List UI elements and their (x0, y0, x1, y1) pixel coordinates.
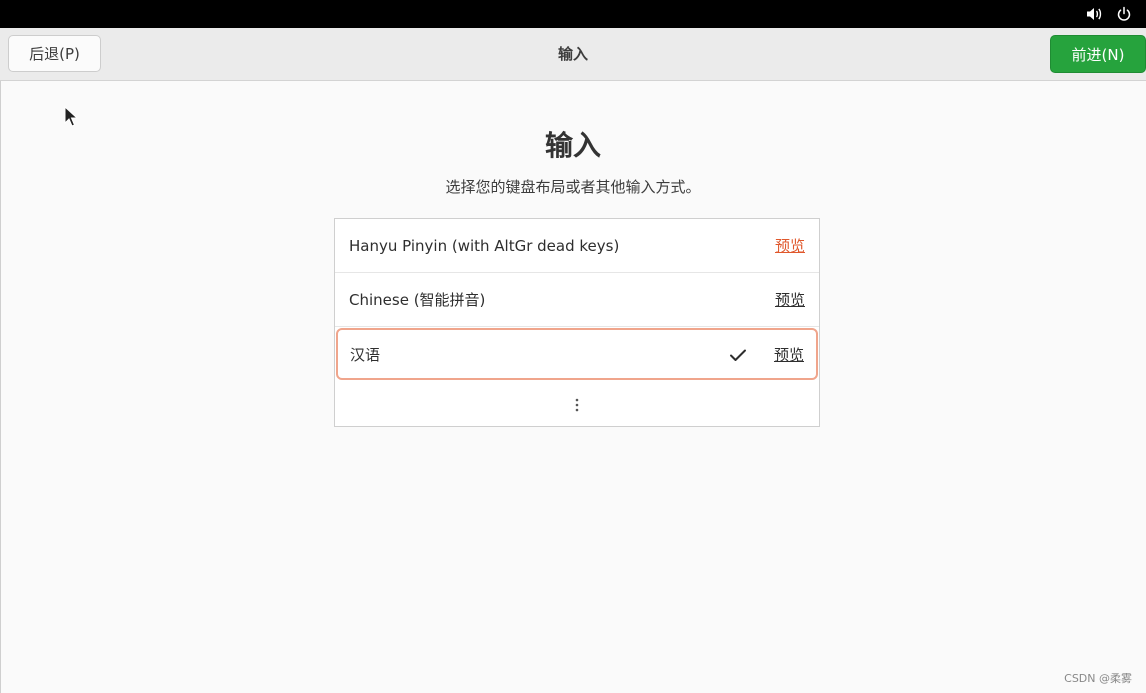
preview-link[interactable]: 预览 (775, 219, 805, 273)
input-method-label: Hanyu Pinyin (with AltGr dead keys) (349, 237, 620, 255)
back-button[interactable]: 后退(P) (8, 35, 101, 72)
input-method-row[interactable]: Chinese (智能拼音) 预览 (335, 273, 819, 327)
system-top-bar (0, 0, 1146, 28)
next-button[interactable]: 前进(N) (1050, 35, 1146, 73)
input-method-label: 汉语 (350, 346, 381, 364)
checkmark-icon (728, 345, 748, 365)
header-title: 输入 (557, 45, 588, 63)
page-title: 输入 (544, 129, 601, 162)
input-method-list: Hanyu Pinyin (with AltGr dead keys) 预览 C… (334, 218, 820, 427)
more-options-icon[interactable] (335, 383, 819, 427)
input-method-label: Chinese (智能拼音) (349, 291, 486, 309)
preview-link[interactable]: 预览 (775, 273, 805, 327)
preview-link[interactable]: 预览 (774, 330, 804, 380)
watermark: CSDN @柔雾 (1064, 672, 1132, 685)
power-icon[interactable] (1113, 0, 1135, 28)
input-method-row[interactable]: Hanyu Pinyin (with AltGr dead keys) 预览 (335, 219, 819, 273)
input-method-row-selected[interactable]: 汉语 预览 (336, 328, 818, 380)
window-edge (0, 81, 1, 693)
speaker-icon[interactable] (1083, 0, 1105, 28)
page-subtitle: 选择您的键盘布局或者其他输入方式。 (445, 178, 701, 196)
header-bar: 输入 后退(P) 前进(N) (0, 28, 1146, 81)
